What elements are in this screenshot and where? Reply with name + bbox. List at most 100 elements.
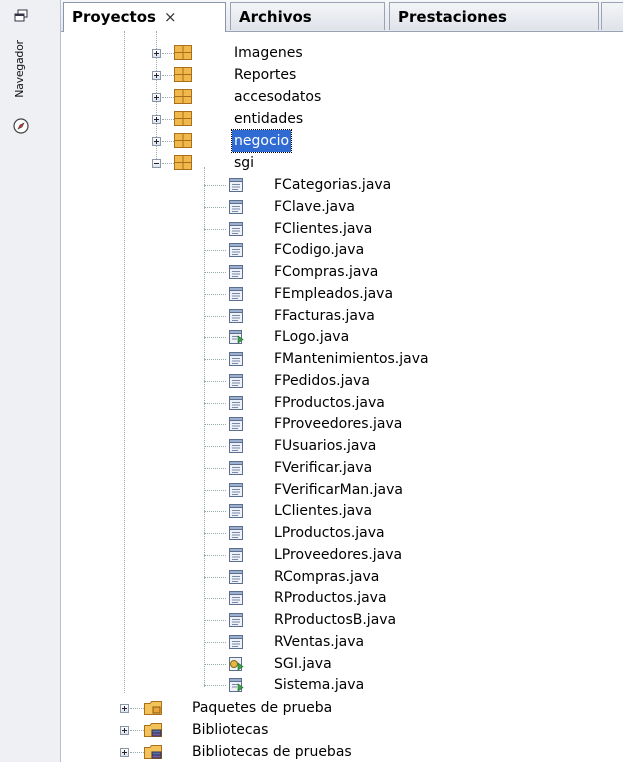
runnable-class-icon [229, 678, 244, 692]
package-label: Imagenes [234, 45, 303, 61]
file-label: FFacturas.java [274, 308, 375, 324]
close-icon[interactable]: × [164, 8, 177, 26]
tree-node-root[interactable]: Bibliotecas [61, 719, 621, 741]
tree-node-file[interactable]: FCategorias.java [61, 174, 621, 196]
java-form-icon [229, 265, 243, 279]
expand-icon[interactable] [120, 726, 129, 735]
java-form-icon [229, 504, 243, 518]
package-icon [174, 111, 192, 126]
java-form-icon [229, 635, 243, 649]
tree-node-file[interactable]: FEmpleados.java [61, 283, 621, 305]
package-icon [174, 133, 192, 148]
tree-node-file[interactable]: LProveedores.java [61, 544, 621, 566]
tree-node-file[interactable]: FClave.java [61, 196, 621, 218]
root-label: Bibliotecas de pruebas [192, 744, 352, 760]
tree-node-file[interactable]: RProductosB.java [61, 609, 621, 631]
file-label: FUsuarios.java [274, 438, 377, 454]
tree-node-file[interactable]: FCodigo.java [61, 239, 621, 261]
expand-icon[interactable] [152, 115, 161, 124]
file-label: RCompras.java [274, 569, 380, 585]
expand-icon[interactable] [152, 93, 161, 102]
package-label: accesodatos [234, 89, 322, 105]
java-form-icon [229, 287, 243, 301]
tab-proyectos[interactable]: Proyectos × [63, 2, 226, 32]
file-label: FProductos.java [274, 395, 385, 411]
tree-node-root[interactable]: Paquetes de prueba [61, 697, 621, 719]
tree-node-file[interactable]: FVerificar.java [61, 457, 621, 479]
tree-node-file[interactable]: FClientes.java [61, 218, 621, 240]
java-form-icon [229, 374, 243, 388]
file-label: FCategorias.java [274, 177, 392, 193]
tree-node-file[interactable]: FFacturas.java [61, 305, 621, 327]
project-tree[interactable]: Imagenes Reportes accesodatos entidades … [61, 31, 623, 762]
file-label: FLogo.java [274, 329, 350, 345]
expand-icon[interactable] [152, 71, 161, 80]
tree-node-package[interactable]: Reportes [61, 64, 621, 86]
tree-node-file[interactable]: FUsuarios.java [61, 435, 621, 457]
library-icon [144, 723, 162, 737]
java-form-icon [229, 178, 243, 192]
collapse-icon[interactable] [152, 159, 161, 168]
java-form-icon [229, 591, 243, 605]
package-icon [174, 155, 192, 170]
tree-node-file[interactable]: FProductos.java [61, 392, 621, 414]
tree-node-package[interactable]: sgi [61, 152, 621, 174]
file-label: SGI.java [274, 656, 332, 672]
file-label: LProveedores.java [274, 547, 403, 563]
tree-node-file[interactable]: LClientes.java [61, 500, 621, 522]
java-form-icon [229, 396, 243, 410]
file-label: Sistema.java [274, 677, 365, 693]
tree-node-file[interactable]: Sistema.java [61, 674, 621, 696]
expand-icon[interactable] [152, 49, 161, 58]
tab-proyectos-label: Proyectos [72, 8, 156, 26]
navigator-tab[interactable]: Navegador [7, 38, 35, 134]
expand-icon[interactable] [120, 704, 129, 713]
tree-node-root[interactable]: Bibliotecas de pruebas [61, 741, 621, 763]
tree-node-file[interactable]: FMantenimientos.java [61, 348, 621, 370]
expand-icon[interactable] [152, 137, 161, 146]
file-label: FCompras.java [274, 264, 379, 280]
tree-node-package[interactable]: Imagenes [61, 42, 621, 64]
tree-node-file[interactable]: RCompras.java [61, 566, 621, 588]
tab-prestaciones[interactable]: Prestaciones [389, 2, 599, 30]
side-panel-strip: Navegador [0, 0, 61, 762]
file-label: RVentas.java [274, 634, 365, 650]
file-label: FClientes.java [274, 221, 373, 237]
test-packages-icon [144, 701, 162, 715]
tree-node-file[interactable]: RVentas.java [61, 631, 621, 653]
tab-archivos[interactable]: Archivos [230, 2, 385, 30]
java-form-icon [229, 200, 243, 214]
file-label: FVerificarMan.java [274, 482, 403, 498]
java-form-icon [229, 461, 243, 475]
file-label: FPedidos.java [274, 373, 370, 389]
tree-node-package[interactable]: entidades [61, 108, 621, 130]
tree-node-file[interactable]: LProductos.java [61, 522, 621, 544]
package-icon [174, 45, 192, 60]
tab-prestaciones-label: Prestaciones [398, 8, 507, 26]
expand-icon[interactable] [120, 748, 129, 757]
tree-node-file[interactable]: FVerificarMan.java [61, 479, 621, 501]
package-icon [174, 89, 192, 104]
file-label: FClave.java [274, 199, 355, 215]
java-form-icon [229, 222, 243, 236]
tree-node-package[interactable]: accesodatos [61, 86, 621, 108]
tab-archivos-label: Archivos [239, 8, 312, 26]
root-label: Bibliotecas [192, 722, 269, 738]
tree-node-file[interactable]: RProductos.java [61, 587, 621, 609]
tree-node-file[interactable]: FPedidos.java [61, 370, 621, 392]
file-label: FProveedores.java [274, 416, 403, 432]
tree-node-file[interactable]: FLogo.java [61, 326, 621, 348]
tree-node-file[interactable]: FCompras.java [61, 261, 621, 283]
tree-node-package-selected[interactable]: negocio [61, 129, 621, 153]
tree-node-file[interactable]: SGI.java [61, 653, 621, 675]
file-label: LProductos.java [274, 525, 385, 541]
tab-empty [601, 2, 623, 30]
package-label-selected: negocio [230, 129, 293, 153]
restore-window-icon[interactable] [14, 9, 28, 23]
file-label: LClientes.java [274, 503, 373, 519]
java-form-icon [229, 526, 243, 540]
file-label: RProductos.java [274, 590, 387, 606]
file-label: RProductosB.java [274, 612, 397, 628]
runnable-class-icon [229, 330, 244, 344]
tree-node-file[interactable]: FProveedores.java [61, 413, 621, 435]
